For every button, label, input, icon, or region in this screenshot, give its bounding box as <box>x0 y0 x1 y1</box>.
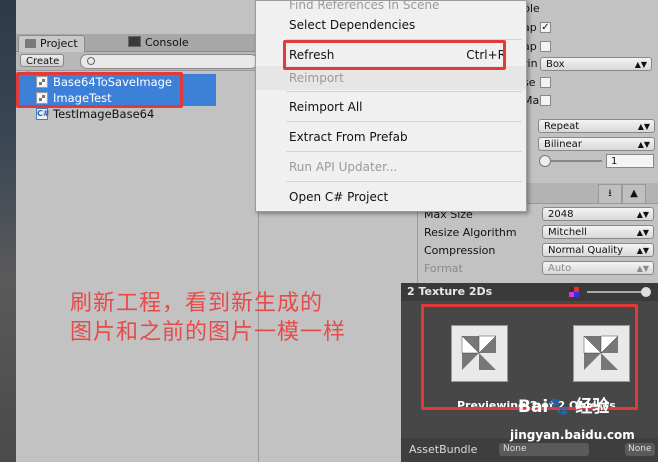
annotation-line-1: 刷新工程，看到新生成的 <box>70 291 324 316</box>
annotation-line-2: 图片和之前的图片一模一样 <box>70 320 347 345</box>
menu-item-reimport-all[interactable]: Reimport All <box>256 95 526 119</box>
border-mipmaps-checkbox[interactable] <box>540 77 551 88</box>
menu-item-run-api-updater: Run API Updater... <box>289 160 398 174</box>
menu-divider <box>286 91 522 92</box>
tab-console[interactable]: Console <box>122 35 195 51</box>
hierarchy-area <box>16 0 256 34</box>
project-panel: Project Console Create ▾ Base64ToSaveIma… <box>16 34 259 462</box>
csharp-script-icon: C# <box>36 108 50 120</box>
project-toolbar: Create ▾ <box>16 52 258 80</box>
watermark-url: jingyan.baidu.com <box>510 428 635 442</box>
chevron-down-icon: ▲▼ <box>636 246 649 255</box>
chevron-down-icon: ▲▼ <box>634 60 647 69</box>
fadeout-checkbox[interactable] <box>540 95 551 106</box>
chevron-down-icon: ▲▼ <box>636 264 649 273</box>
refresh-highlight-box <box>283 40 506 70</box>
read-write-checkbox[interactable]: ✓ <box>540 22 551 33</box>
scene-view-edge <box>0 0 16 462</box>
create-button[interactable]: Create ▾ <box>20 54 64 80</box>
chevron-down-icon: ▲▼ <box>637 140 650 149</box>
menu-item-open-csharp-project[interactable]: Open C# Project <box>256 185 526 209</box>
inspector-panel: ble ap ✓ ap rin Box ▲▼ se Ma Repeat ▲▼ Bil… <box>523 0 658 183</box>
menu-divider <box>286 151 522 152</box>
aniso-level-field[interactable]: 1 <box>606 154 654 168</box>
color-channel-icon[interactable] <box>569 287 579 297</box>
chevron-down-icon: ▲▼ <box>637 122 650 131</box>
compression-dropdown[interactable]: Normal Quality ▲▼ <box>542 243 654 257</box>
asset-bundle-variant-dropdown[interactable]: None <box>625 443 655 456</box>
project-tab-bar: Project Console <box>16 34 258 52</box>
resize-algorithm-dropdown[interactable]: Mitchell ▲▼ <box>542 225 654 239</box>
asset-bundle-dropdown[interactable]: None <box>499 443 589 456</box>
aniso-slider-handle[interactable] <box>539 155 551 167</box>
mip-slider-track[interactable] <box>587 291 647 293</box>
mipmap-checkbox[interactable] <box>540 41 551 52</box>
folder-icon <box>25 39 36 48</box>
tab-project[interactable]: Project <box>18 35 85 52</box>
watermark-brand: Bai🐾 经验 <box>518 397 610 417</box>
menu-item-extract-from-prefab[interactable]: Extract From Prefab <box>256 125 526 149</box>
list-item[interactable]: C# TestImageBase64 <box>16 106 216 122</box>
console-icon <box>128 36 141 47</box>
chevron-down-icon: ▲▼ <box>636 228 649 237</box>
search-icon <box>87 57 95 65</box>
max-size-dropdown[interactable]: 2048 ▲▼ <box>542 207 654 221</box>
wrap-mode-dropdown[interactable]: Repeat ▲▼ <box>538 119 655 133</box>
menu-divider <box>286 181 522 182</box>
format-dropdown: Auto ▲▼ <box>542 261 654 275</box>
context-menu: Find References In Scene Select Dependen… <box>255 0 527 212</box>
download-icon[interactable]: ⭳ <box>598 184 622 204</box>
mip-slider-handle[interactable] <box>641 287 651 297</box>
menu-divider <box>286 121 522 122</box>
selection-highlight-box <box>16 72 183 108</box>
mesh-type-dropdown[interactable]: Box ▲▼ <box>540 57 652 71</box>
menu-item-select-dependencies[interactable]: Select Dependencies <box>256 13 526 37</box>
android-icon[interactable]: ▲ <box>622 184 646 204</box>
chevron-down-icon: ▲▼ <box>636 210 649 219</box>
search-input[interactable] <box>80 54 258 69</box>
filter-mode-dropdown[interactable]: Bilinear ▲▼ <box>538 137 655 151</box>
